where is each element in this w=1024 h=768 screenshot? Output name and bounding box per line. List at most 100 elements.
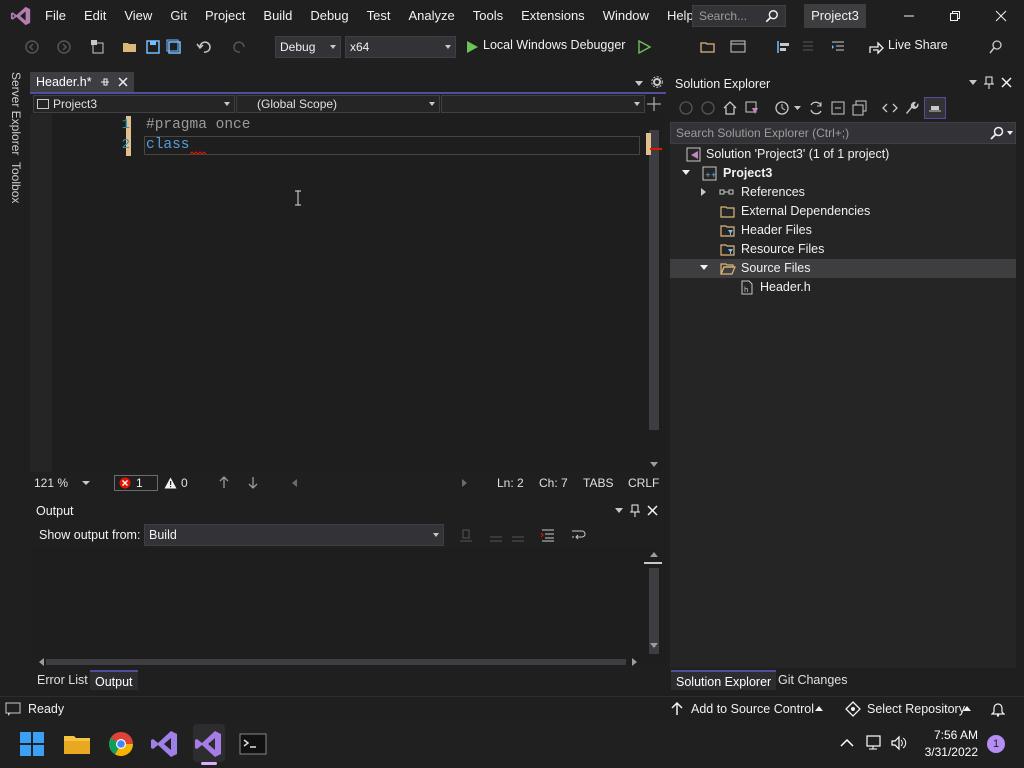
close-icon[interactable] — [1001, 77, 1012, 88]
menu-git[interactable]: Git — [161, 0, 196, 32]
switch-views-icon[interactable] — [744, 100, 760, 116]
debugger-target-button[interactable]: Local Windows Debugger — [483, 38, 625, 52]
forward-navigate-icon[interactable] — [56, 39, 72, 55]
menu-debug[interactable]: Debug — [301, 0, 357, 32]
sync-icon[interactable] — [808, 100, 824, 116]
git-repository-icon[interactable] — [845, 701, 861, 717]
expanded-arrow-icon[interactable] — [682, 170, 690, 175]
menu-build[interactable]: Build — [254, 0, 301, 32]
solution-search-input[interactable]: Search Solution Explorer (Ctrl+;) — [670, 122, 1016, 144]
project-name-badge[interactable]: Project3 — [804, 4, 866, 28]
arrow-up-icon[interactable] — [671, 702, 683, 716]
scrollbar-thumb[interactable] — [649, 130, 659, 430]
pin-icon[interactable] — [100, 77, 110, 87]
notification-bell-icon[interactable] — [991, 701, 1005, 717]
comment-lines-icon[interactable] — [800, 39, 816, 55]
tree-item-header-h[interactable]: h Header.h — [670, 278, 1016, 297]
chevron-up-icon[interactable] — [963, 706, 971, 712]
live-share-icon[interactable] — [868, 39, 884, 55]
toolbox-tab[interactable]: Toolbox — [9, 162, 23, 203]
collapse-all-icon[interactable] — [830, 100, 846, 116]
arrow-up-icon[interactable] — [219, 476, 229, 489]
pin-icon[interactable] — [630, 504, 640, 517]
menu-tools[interactable]: Tools — [464, 0, 512, 32]
menu-project[interactable]: Project — [196, 0, 254, 32]
glyph-margin[interactable] — [30, 114, 52, 472]
scroll-up-icon[interactable] — [650, 552, 658, 558]
back-icon[interactable] — [678, 100, 694, 116]
clock-time[interactable]: 7:56 AM — [912, 728, 978, 742]
chevron-down-icon[interactable] — [1007, 131, 1013, 136]
menu-view[interactable]: View — [115, 0, 161, 32]
member-navigation-dropdown[interactable] — [441, 95, 645, 113]
home-icon[interactable] — [722, 100, 738, 116]
tree-item-source-files[interactable]: Source Files — [670, 259, 1016, 278]
view-code-icon[interactable] — [882, 100, 898, 116]
tree-item-references[interactable]: References — [670, 183, 1016, 202]
menu-window[interactable]: Window — [594, 0, 658, 32]
redo-icon[interactable] — [232, 39, 248, 55]
chrome-icon[interactable] — [105, 728, 137, 760]
gear-icon[interactable] — [651, 76, 663, 88]
start-debugging-icon[interactable] — [464, 39, 480, 55]
menu-edit[interactable]: Edit — [75, 0, 115, 32]
pin-icon[interactable] — [984, 76, 994, 89]
visual-studio-code-icon[interactable] — [149, 728, 181, 760]
indent-icon[interactable] — [830, 39, 846, 55]
close-window-button[interactable] — [978, 0, 1024, 32]
tree-item-header-files[interactable]: Header Files — [670, 221, 1016, 240]
volume-icon[interactable] — [890, 735, 908, 751]
scroll-right-icon[interactable] — [462, 479, 468, 487]
window-layout-icon[interactable] — [730, 39, 746, 55]
word-wrap-icon[interactable] — [570, 527, 586, 543]
forward-icon[interactable] — [700, 100, 716, 116]
close-tab-icon[interactable] — [118, 77, 128, 87]
minimize-button[interactable] — [886, 0, 932, 32]
save-all-icon[interactable] — [166, 39, 182, 55]
tab-overflow-icon[interactable] — [634, 79, 644, 87]
back-navigate-icon[interactable] — [24, 39, 40, 55]
arrow-down-icon[interactable] — [248, 476, 258, 489]
platform-dropdown[interactable]: x64 — [345, 36, 456, 58]
add-to-source-control-button[interactable]: Add to Source Control — [691, 702, 814, 716]
output-source-dropdown[interactable]: Build — [144, 524, 444, 546]
scope-navigation-dropdown[interactable]: (Global Scope) — [236, 95, 440, 113]
file-explorer-icon[interactable] — [61, 728, 93, 760]
split-window-icon[interactable] — [647, 97, 661, 111]
next-message-icon[interactable] — [510, 527, 526, 543]
tab-solution-explorer[interactable]: Solution Explorer — [671, 670, 777, 690]
feedback-icon[interactable] — [988, 39, 1004, 55]
scroll-left-icon[interactable] — [38, 658, 44, 666]
chevron-up-icon[interactable] — [815, 706, 823, 712]
menu-extensions[interactable]: Extensions — [512, 0, 594, 32]
scrollbar-thumb[interactable] — [46, 659, 626, 665]
menu-analyze[interactable]: Analyze — [399, 0, 463, 32]
tree-item-solution[interactable]: Solution 'Project3' (1 of 1 project) — [670, 145, 1016, 164]
preview-selected-button[interactable] — [924, 97, 946, 119]
undo-icon[interactable] — [196, 39, 212, 55]
clear-all-icon[interactable] — [540, 527, 556, 543]
menu-test[interactable]: Test — [358, 0, 400, 32]
show-hidden-icons-icon[interactable] — [840, 738, 854, 748]
expanded-arrow-icon[interactable] — [700, 265, 708, 270]
chevron-down-icon[interactable] — [794, 106, 801, 111]
collapsed-arrow-icon[interactable] — [701, 188, 706, 196]
tab-error-list[interactable]: Error List — [32, 670, 93, 690]
start-without-debugging-icon[interactable] — [636, 39, 652, 55]
tab-git-changes[interactable]: Git Changes — [773, 670, 852, 690]
tree-item-external-dependencies[interactable]: External Dependencies — [670, 202, 1016, 221]
chevron-down-icon[interactable] — [615, 508, 623, 514]
restore-button[interactable] — [932, 0, 978, 32]
project-navigation-dropdown[interactable]: Project3 — [33, 95, 235, 113]
align-left-icon[interactable] — [776, 39, 792, 55]
code-line-2[interactable]: class — [146, 137, 190, 153]
server-explorer-tab[interactable]: Server Explorer — [9, 72, 23, 155]
tree-item-project[interactable]: ++ Project3 — [670, 164, 1016, 183]
select-repository-button[interactable]: Select Repository — [867, 702, 965, 716]
pending-changes-filter-icon[interactable] — [774, 100, 790, 116]
menu-file[interactable]: File — [36, 0, 75, 32]
visual-studio-logo-icon[interactable] — [10, 5, 32, 27]
show-all-files-icon[interactable] — [852, 100, 868, 116]
previous-message-icon[interactable] — [488, 527, 504, 543]
solution-folder-icon[interactable] — [700, 39, 716, 55]
